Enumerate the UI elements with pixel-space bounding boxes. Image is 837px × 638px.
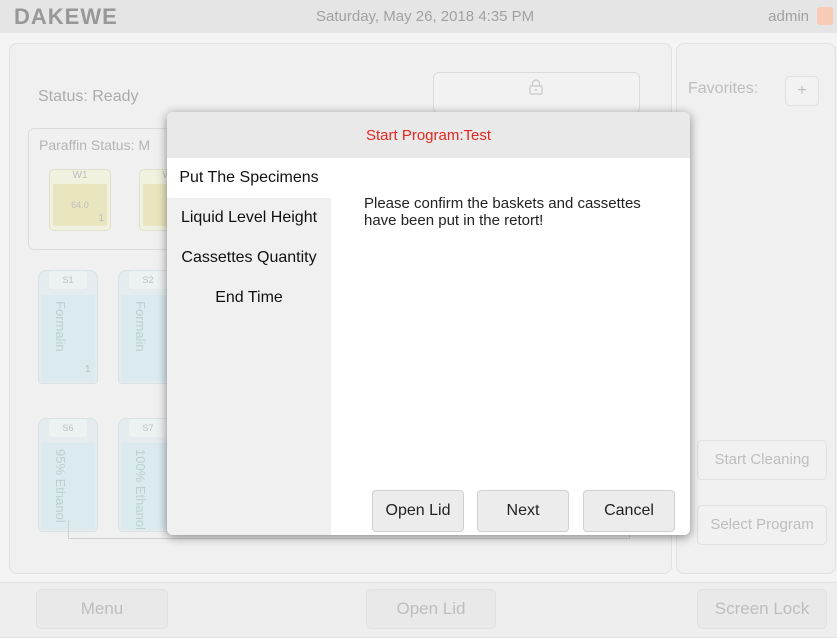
- step-put-specimens[interactable]: Put The Specimens: [167, 158, 331, 198]
- step-cassettes-quantity[interactable]: Cassettes Quantity: [167, 238, 331, 278]
- start-program-dialog: Start Program:Test Put The Specimens Liq…: [167, 112, 690, 535]
- step-end-time[interactable]: End Time: [167, 278, 331, 318]
- confirmation-message: Please confirm the baskets and cassettes…: [364, 195, 641, 229]
- step-liquid-level-height[interactable]: Liquid Level Height: [167, 198, 331, 238]
- dialog-open-lid-button[interactable]: Open Lid: [372, 490, 464, 532]
- step-list: Put The Specimens Liquid Level Height Ca…: [167, 158, 331, 535]
- dialog-cancel-button[interactable]: Cancel: [583, 490, 675, 532]
- dialog-title: Start Program:Test: [365, 127, 492, 144]
- app-screen: DAKEWE Saturday, May 26, 2018 4:35 PM ad…: [0, 0, 837, 638]
- dialog-header: Start Program:Test: [167, 112, 690, 158]
- dialog-next-button[interactable]: Next: [477, 490, 569, 532]
